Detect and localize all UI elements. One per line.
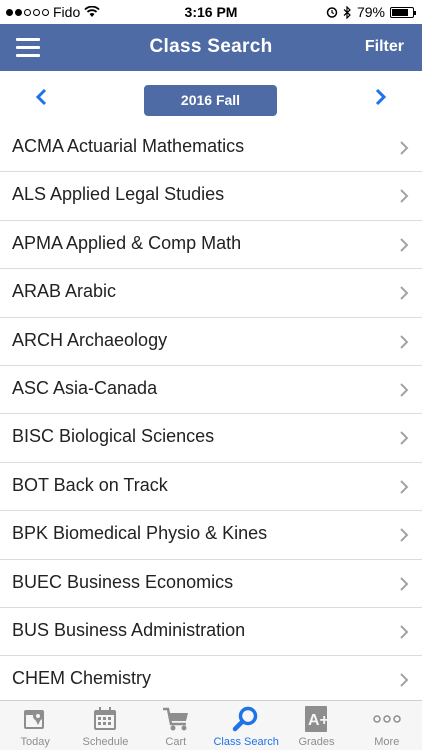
subject-list-item[interactable]: ACMA Actuarial Mathematics	[0, 124, 422, 173]
chevron-right-icon	[400, 141, 409, 155]
search-icon	[232, 706, 258, 732]
tab-more[interactable]: More	[352, 701, 422, 750]
chevron-right-icon	[400, 238, 409, 252]
tab-label: Class Search	[213, 736, 279, 748]
page-title: Class Search	[149, 36, 273, 57]
tab-schedule[interactable]: Schedule	[70, 701, 140, 750]
chevron-right-icon	[400, 286, 409, 300]
chevron-right-icon	[400, 334, 409, 349]
bluetooth-icon	[343, 5, 351, 19]
tab-label: Grades	[298, 736, 335, 748]
subject-list-item[interactable]: APMA Applied & Comp Math	[0, 221, 422, 270]
subject-list-item[interactable]: BUEC Business Economics	[0, 560, 422, 608]
subject-list-item[interactable]: ARCH Archaeology	[0, 318, 422, 366]
tab-class-search[interactable]: Class Search	[211, 701, 281, 750]
chevron-right-icon	[400, 576, 409, 591]
navigation-bar: Class Search Filter	[0, 24, 422, 71]
chevron-right-icon	[400, 625, 409, 639]
subject-label: ARCH Archaeology	[12, 329, 168, 350]
tab-label: More	[374, 736, 400, 748]
more-dots-icon	[373, 715, 401, 723]
chevron-right-icon	[400, 528, 409, 542]
subject-list-item[interactable]: BISC Biological Sciences	[0, 414, 422, 463]
subject-label: BOT Back on Track	[12, 474, 168, 495]
subject-label: ACMA Actuarial Mathematics	[12, 136, 245, 156]
subject-label: BUEC Business Economics	[12, 571, 234, 592]
svg-text:A+: A+	[308, 712, 329, 729]
tab-label: Schedule	[82, 736, 129, 748]
subject-list-item[interactable]: BPK Biomedical Physio & Kines	[0, 511, 422, 560]
cart-icon	[162, 707, 188, 731]
status-right: 79%	[326, 4, 416, 20]
battery-percent: 79%	[356, 4, 385, 20]
subject-label: BUS Business Administration	[12, 619, 246, 640]
battery-icon	[390, 6, 416, 18]
subject-list-item[interactable]: BUS Business Administration	[0, 608, 422, 657]
tab-today[interactable]: Today	[0, 701, 70, 750]
subject-label: CHEM Chemistry	[12, 668, 152, 689]
subject-list-item[interactable]: ARAB Arabic	[0, 269, 422, 318]
calendar-pin-icon	[24, 710, 45, 729]
tab-label: Cart	[165, 736, 187, 748]
subject-label: APMA Applied & Comp Math	[12, 232, 242, 253]
subject-list-item[interactable]: ALS Applied Legal Studies	[0, 172, 422, 221]
term-selector: 2016 Fall	[0, 71, 422, 124]
term-button[interactable]: 2016 Fall	[144, 85, 277, 116]
tab-bar: Today Schedule Cart Class Search A+ Grad…	[0, 700, 422, 750]
filter-button[interactable]: Filter	[365, 38, 404, 56]
grade-a-plus-icon: A+	[305, 706, 329, 732]
subject-list: ACMA Actuarial Mathematics ALS Applied Le…	[0, 124, 422, 705]
chevron-right-icon	[400, 189, 409, 204]
subject-list-item[interactable]: CHEM Chemistry	[0, 656, 422, 705]
subject-list-item[interactable]: BOT Back on Track	[0, 463, 422, 512]
alarm-icon	[326, 7, 338, 18]
chevron-right-icon	[400, 383, 409, 397]
tab-label: Today	[20, 736, 50, 748]
subject-label: ASC Asia-Canada	[12, 377, 158, 398]
subject-list-item[interactable]: ASC Asia-Canada	[0, 366, 422, 415]
subject-label: ARAB Arabic	[12, 281, 117, 302]
chevron-right-icon	[400, 673, 409, 688]
calendar-icon	[94, 707, 117, 730]
subject-label: BISC Biological Sciences	[12, 426, 215, 447]
chevron-right-icon	[400, 431, 409, 446]
subject-label: BPK Biomedical Physio & Kines	[12, 523, 268, 544]
next-term-chevron-icon[interactable]	[370, 87, 390, 107]
tab-cart[interactable]: Cart	[141, 701, 211, 750]
tab-grades[interactable]: A+ Grades	[281, 701, 351, 750]
subject-label: ALS Applied Legal Studies	[12, 184, 225, 205]
status-bar: Fido 3:16 PM 79%	[0, 0, 422, 24]
chevron-right-icon	[400, 480, 409, 494]
previous-term-chevron-icon[interactable]	[32, 87, 52, 107]
